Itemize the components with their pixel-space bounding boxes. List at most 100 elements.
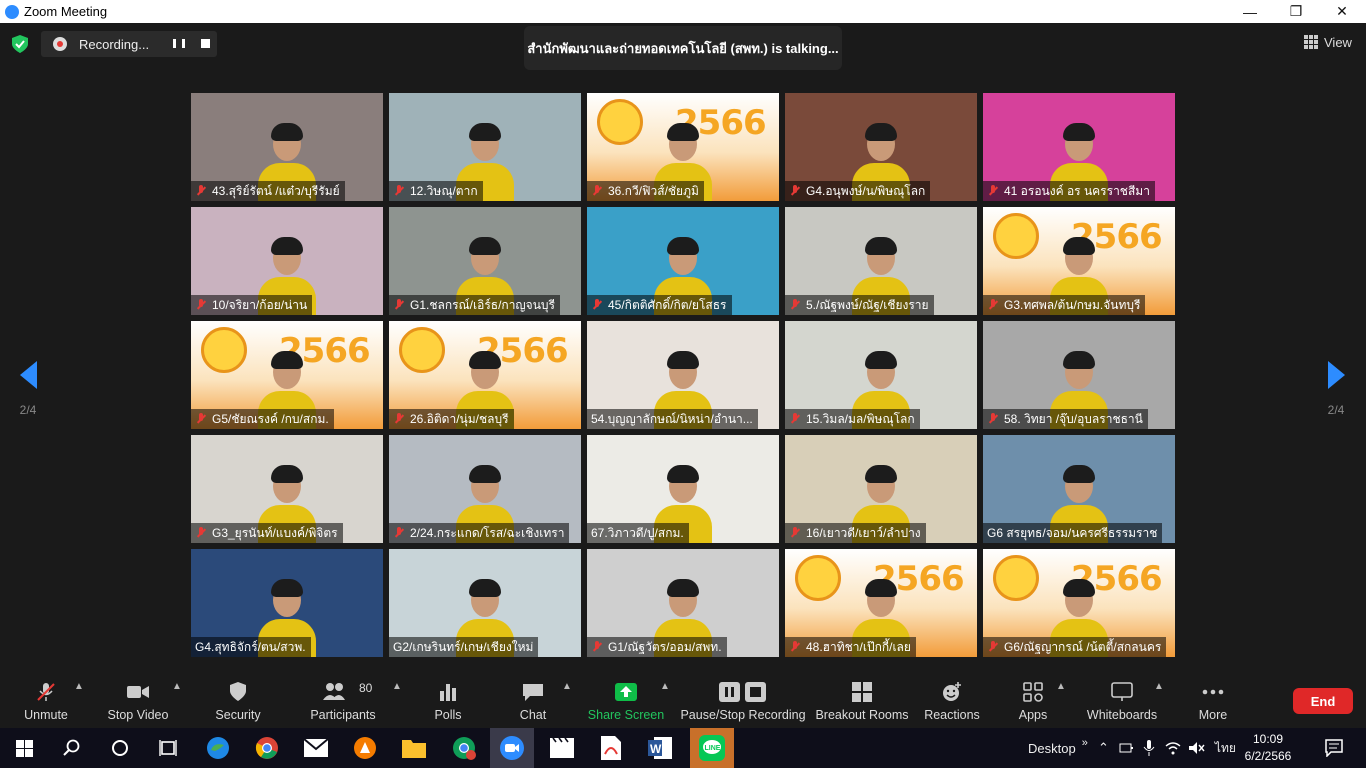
participant-video-tile[interactable]: 45/กิตติศักดิ์/กิต/ยโสธร [587, 207, 779, 315]
participant-name-bar: 15.วิมล/มล/พิษณุโลก [785, 409, 920, 429]
chevron-up-icon[interactable]: ⌃ [1098, 740, 1109, 756]
participant-name: 26.อิติดา/นุ่ม/ชลบุรี [410, 411, 509, 426]
minimize-button[interactable]: — [1227, 0, 1273, 23]
participants-options-caret[interactable]: ▲ [392, 681, 402, 692]
chrome-profile-icon[interactable] [450, 734, 478, 762]
reactions-button[interactable]: Reactions [924, 671, 980, 728]
participant-video-tile[interactable]: 2566 48.ฮาทิชา/เป๊กกี้/เลย [785, 549, 977, 657]
participant-video-tile[interactable]: 2566 G6/ณัฐญากรณ์ /น้ตตี้/สกลนคร [983, 549, 1175, 657]
participant-video-tile[interactable]: 67.วิภาวดี/ปู/สกม. [587, 435, 779, 543]
previous-page-button[interactable]: 2/4 [8, 361, 48, 417]
participants-count: 80 [359, 681, 373, 695]
whiteboards-button[interactable]: Whiteboards [1086, 671, 1158, 728]
participant-video-tile[interactable]: 2566 26.อิติดา/นุ่ม/ชลบุรี [389, 321, 581, 429]
stop-video-label: Stop Video [107, 708, 169, 722]
view-button[interactable]: View [1304, 34, 1352, 50]
clock[interactable]: 10:09 6/2/2566 [1238, 731, 1298, 765]
pause-stop-recording-button[interactable]: Pause/Stop Recording [680, 671, 806, 728]
participants-icon [323, 683, 345, 700]
participant-video-tile[interactable]: G4.อนุพงษ์/น/พิษณุโลก [785, 93, 977, 201]
file-explorer-icon[interactable] [400, 734, 428, 762]
shield-icon[interactable] [12, 35, 28, 53]
mail-icon[interactable] [302, 734, 330, 762]
zoom-taskbar-icon[interactable] [490, 728, 534, 768]
chat-options-caret[interactable]: ▲ [562, 681, 572, 692]
clock-date: 6/2/2566 [1244, 749, 1292, 763]
participant-video-tile[interactable]: 41 อรอนงค์ อร นครราชสีมา [983, 93, 1175, 201]
event-logo-icon [399, 327, 445, 373]
close-button[interactable]: ✕ [1319, 0, 1365, 23]
participant-video-tile[interactable]: G1.ชลกรณ์/เอิร์ธ/กาญจนบุรี [389, 207, 581, 315]
participant-video-tile[interactable]: 2/24.กระแกด/โรส/ฉะเชิงเทรา [389, 435, 581, 543]
cortana-icon[interactable] [106, 734, 134, 762]
language-indicator[interactable]: ไทย [1215, 739, 1236, 758]
polls-label: Polls [434, 708, 462, 722]
participant-name-bar: 26.อิติดา/นุ่ม/ชลบุรี [389, 409, 514, 429]
participant-name: 12.วิษณุ/ตาก [410, 183, 478, 198]
chat-button[interactable]: Chat [516, 671, 550, 728]
search-icon[interactable] [58, 734, 86, 762]
participant-name: 36.กวี/ฟิวส์/ชัยภูมิ [608, 183, 699, 198]
participant-video-tile[interactable]: 16/เยาวดี/เยาว์/ลำปาง [785, 435, 977, 543]
avast-icon[interactable] [351, 734, 379, 762]
pause-recording-icon[interactable] [173, 38, 185, 50]
participant-video-tile[interactable]: 2566 G5/ชัยณรงค์ /กบ/สกม. [191, 321, 383, 429]
participant-video-tile[interactable]: 2566 36.กวี/ฟิวส์/ชัยภูมิ [587, 93, 779, 201]
participant-video-tile[interactable]: 15.วิมล/มล/พิษณุโลก [785, 321, 977, 429]
participant-name: 43.สุริย์รัตน์ /แต๋ว/บุรีรัมย์ [212, 183, 340, 198]
participant-video-tile[interactable]: 10/จริยา/ก้อย/น่าน [191, 207, 383, 315]
next-page-button[interactable]: 2/4 [1316, 361, 1356, 417]
wifi-icon[interactable] [1165, 741, 1181, 755]
participant-video-tile[interactable]: G6 สรยุทธ/จอม/นครศรีธรรมราช [983, 435, 1175, 543]
participant-video-tile[interactable]: 54.บุญญาลักษณ์/นิหน่า/อำนา... [587, 321, 779, 429]
windows-start-icon[interactable] [10, 734, 38, 762]
participants-button[interactable]: 80 Participants [308, 671, 378, 728]
battery-icon[interactable] [1119, 741, 1133, 755]
participant-video-tile[interactable]: 43.สุริย์รัตน์ /แต๋ว/บุรีรัมย์ [191, 93, 383, 201]
line-icon[interactable]: LINE [690, 728, 734, 768]
participant-video-tile[interactable]: 58. วิทยา /จุ๊บ/อุบลราชธานี [983, 321, 1175, 429]
end-meeting-button[interactable]: End [1293, 688, 1353, 714]
volume-muted-icon[interactable] [1188, 741, 1205, 755]
desktop-toolbar[interactable]: Desktop » [1028, 728, 1088, 768]
security-button[interactable]: Security [212, 671, 264, 728]
participant-video-tile[interactable]: G4.สุทธิจักร์/ตน/สวพ. [191, 549, 383, 657]
participant-video-tile[interactable]: G1/ณัฐวัตร/ออม/สพท. [587, 549, 779, 657]
maximize-button[interactable]: ❐ [1273, 0, 1319, 23]
word-icon[interactable]: W [646, 734, 674, 762]
stop-video-button[interactable]: Stop Video [104, 671, 172, 728]
unmute-button[interactable]: Unmute [18, 671, 74, 728]
apps-button[interactable]: Apps [1016, 671, 1050, 728]
participant-name-bar: 43.สุริย์รัตน์ /แต๋ว/บุรีรัมย์ [191, 181, 345, 201]
participant-video-tile[interactable]: G2/เกษรินทร์/เกษ/เชียงใหม่ [389, 549, 581, 657]
participant-name-bar: 2/24.กระแกด/โรส/ฉะเชิงเทรา [389, 523, 570, 543]
participant-name: G6/ณัฐญากรณ์ /น้ตตี้/สกลนคร [1004, 639, 1162, 654]
video-options-caret[interactable]: ▲ [172, 681, 182, 692]
participant-name-bar: 12.วิษณุ/ตาก [389, 181, 483, 201]
edge-icon[interactable] [204, 734, 232, 762]
windows-taskbar: W LINE Desktop » ⌃ ไทย 10:09 6/2/2566 [0, 728, 1366, 768]
task-view-icon[interactable] [154, 734, 182, 762]
share-screen-button[interactable]: Share Screen [588, 671, 664, 728]
notifications-icon[interactable] [1320, 734, 1348, 762]
whiteboards-options-caret[interactable]: ▲ [1154, 681, 1164, 692]
event-logo-icon [201, 327, 247, 373]
audio-options-caret[interactable]: ▲ [74, 681, 84, 692]
participant-video-tile[interactable]: G3_ยุรนันท์/แบงค์/พิจิตร [191, 435, 383, 543]
stop-recording-icon[interactable] [201, 39, 210, 48]
apps-options-caret[interactable]: ▲ [1056, 681, 1066, 692]
share-options-caret[interactable]: ▲ [660, 681, 670, 692]
participant-video-tile[interactable]: 2566 G3.ทศพล/ต้น/กษม.จันทบุรี [983, 207, 1175, 315]
muted-mic-icon [591, 299, 603, 311]
acrobat-icon[interactable] [597, 734, 625, 762]
participant-video-tile[interactable]: 12.วิษณุ/ตาก [389, 93, 581, 201]
media-player-icon[interactable] [548, 734, 576, 762]
polls-button[interactable]: Polls [430, 671, 466, 728]
participant-video-tile[interactable]: 5./ณัฐพงษ์/ณัฐ/เชียงราย [785, 207, 977, 315]
muted-mic-icon [195, 413, 207, 425]
breakout-rooms-button[interactable]: Breakout Rooms [815, 671, 909, 728]
chrome-icon[interactable] [253, 734, 281, 762]
more-button[interactable]: More [1196, 671, 1230, 728]
chevron-right-icon: » [1081, 737, 1088, 749]
microphone-icon[interactable] [1143, 740, 1155, 756]
